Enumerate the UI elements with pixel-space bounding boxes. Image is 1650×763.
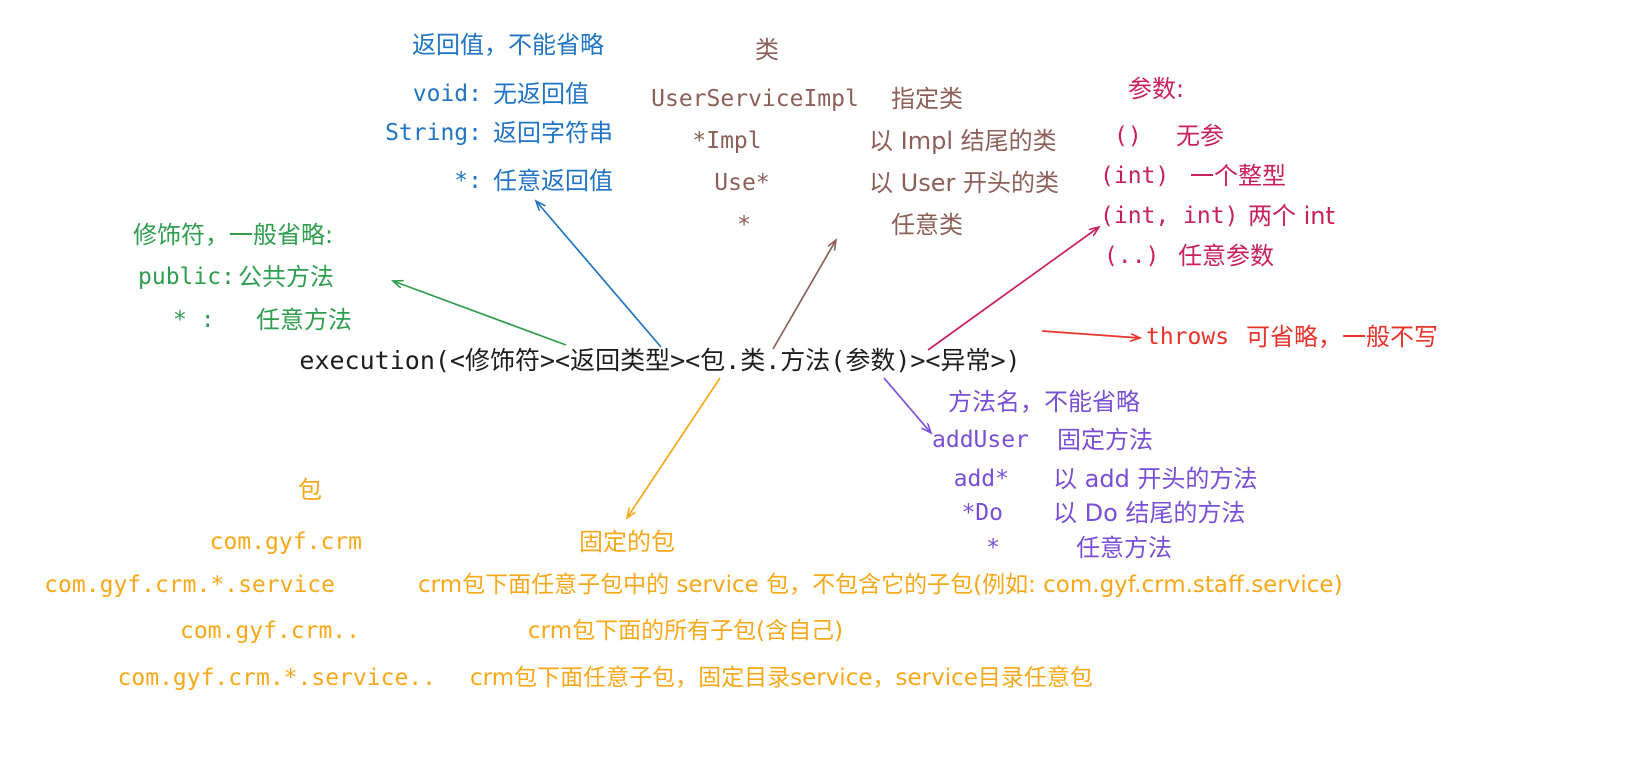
throws-desc: 可省略，一般不写: [1246, 323, 1438, 351]
class-pattern-1: *Impl: [692, 128, 762, 154]
method-desc-0: 固定方法: [1057, 426, 1153, 454]
params-desc-2: 两个 int: [1248, 202, 1335, 230]
params-title: 参数:: [1128, 75, 1185, 103]
aspectj-execution-pointcut-diagram: 返回值，不能省略 void: 无返回值 String: 返回字符串 *: 任意返…: [0, 0, 1650, 763]
params-desc-3: 任意参数: [1178, 242, 1274, 270]
arrow-modifier: [393, 281, 567, 346]
arrow-method: [883, 377, 931, 433]
method-pattern-2: *Do: [961, 500, 1003, 526]
method-desc-1: 以 add 开头的方法: [1053, 465, 1258, 493]
method-pattern-0: addUser: [932, 427, 1029, 453]
return-type-pattern-1: String:: [385, 120, 482, 146]
package-pattern-3: com.gyf.crm.*.service..: [117, 665, 437, 691]
package-fixed-label: 固定的包: [579, 528, 675, 556]
class-title: 类: [755, 36, 779, 64]
package-title: 包: [298, 476, 322, 504]
params-desc-1: 一个整型: [1190, 162, 1286, 190]
package-pattern-1: com.gyf.crm.*.service: [44, 572, 335, 598]
method-pattern-3: *: [986, 535, 1000, 561]
package-desc-1: crm包下面任意子包中的 service 包，不包含它的子包(例如: com.g…: [418, 572, 1343, 598]
class-pattern-0: UserServiceImpl: [651, 86, 859, 112]
package-pattern-0: com.gyf.crm: [209, 529, 362, 555]
connector-arrows: [0, 0, 1650, 763]
params-pattern-0: (): [1114, 123, 1142, 149]
modifier-pattern-1: * :: [173, 307, 215, 333]
arrow-class: [772, 240, 836, 350]
arrow-throws: [1041, 330, 1140, 338]
modifier-pattern-0: public:: [138, 264, 235, 290]
class-pattern-2: Use*: [714, 170, 770, 196]
class-desc-1: 以 Impl 结尾的类: [869, 127, 1057, 155]
class-desc-0: 指定类: [891, 85, 963, 113]
arrow-return-type: [536, 201, 662, 348]
package-pattern-2: com.gyf.crm..: [179, 618, 360, 644]
method-desc-2: 以 Do 结尾的方法: [1053, 499, 1246, 527]
params-pattern-1: (int): [1100, 163, 1170, 189]
class-desc-2: 以 User 开头的类: [869, 169, 1059, 197]
return-type-pattern-2: *:: [454, 168, 482, 194]
package-desc-2: crm包下面的所有子包(含自己): [528, 618, 844, 644]
arrow-package: [627, 377, 721, 518]
package-desc-3: crm包下面任意子包，固定目录service，service目录任意包: [470, 665, 1093, 691]
method-pattern-1: add*: [953, 466, 1009, 492]
return-type-desc-2: 任意返回值: [493, 167, 613, 195]
modifier-title: 修饰符，一般省略:: [133, 221, 334, 249]
return-type-desc-1: 返回字符串: [493, 119, 613, 147]
return-type-title: 返回值，不能省略: [412, 31, 604, 59]
modifier-desc-1: 任意方法: [256, 306, 352, 334]
method-title: 方法名，不能省略: [948, 388, 1140, 416]
params-pattern-2: (int, int): [1100, 203, 1239, 229]
throws-keyword: throws: [1146, 324, 1230, 350]
return-type-desc-0: 无返回值: [493, 80, 589, 108]
return-type-pattern-0: void:: [412, 81, 482, 107]
params-pattern-3: (..): [1104, 243, 1160, 269]
modifier-desc-0: 公共方法: [238, 263, 334, 291]
method-desc-3: 任意方法: [1076, 534, 1172, 562]
params-desc-0: 无参: [1176, 122, 1224, 150]
class-pattern-3: *: [737, 212, 751, 238]
arrow-params: [927, 227, 1099, 351]
execution-formula: execution(<修饰符><返回类型><包.类.方法(参数)><异常>): [299, 346, 1021, 375]
class-desc-3: 任意类: [891, 211, 963, 239]
